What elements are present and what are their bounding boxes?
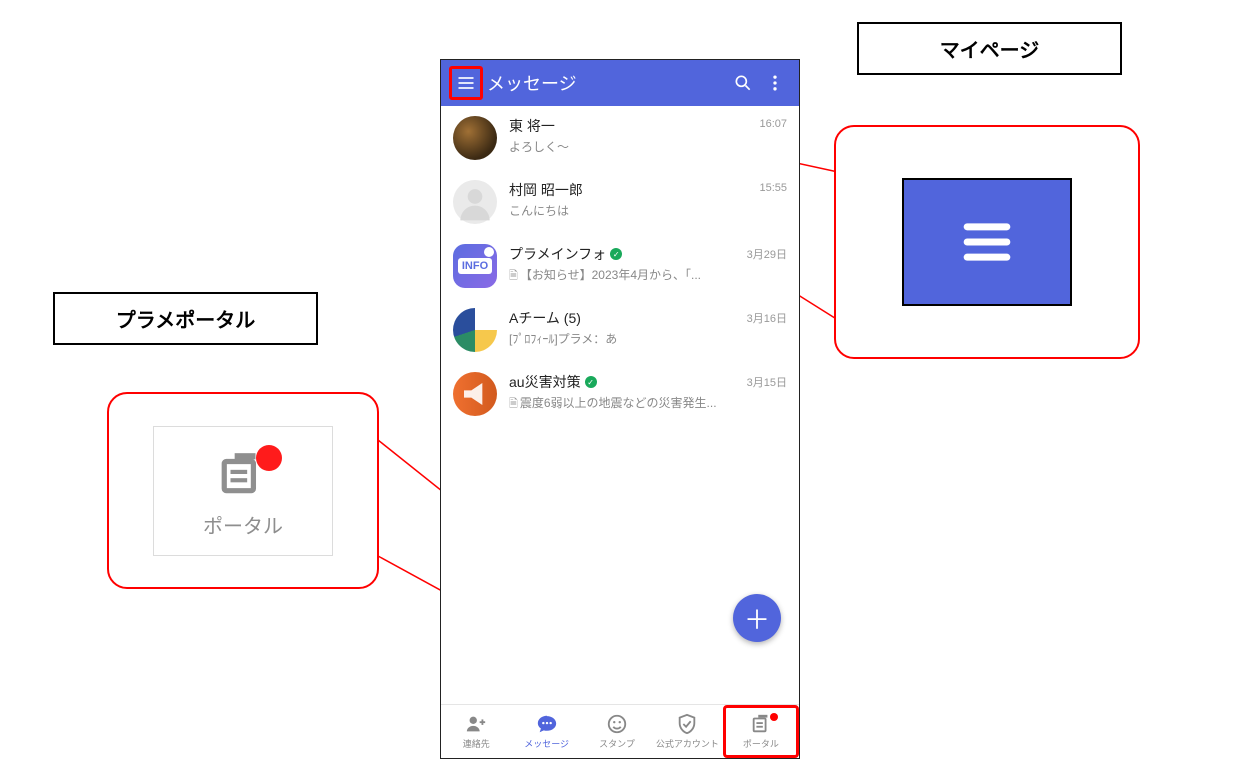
conversation-preview: 震度6弱以上の地震などの災害発生... xyxy=(520,396,717,410)
nav-label: 公式アカウント xyxy=(656,737,719,750)
conversation-row[interactable]: Aチーム (5) [ﾌﾟﾛﾌｨｰﾙ]プラメ：あ 3月16日 xyxy=(441,298,799,362)
unread-dot-icon xyxy=(484,247,494,257)
search-button[interactable] xyxy=(727,67,759,99)
contacts-icon xyxy=(465,713,487,735)
avatar xyxy=(453,308,497,352)
conversation-preview: [ﾌﾟﾛﾌｨｰﾙ]プラメ：あ xyxy=(509,330,735,347)
conversation-preview: こんにちは xyxy=(509,202,747,219)
message-icon xyxy=(536,713,558,735)
nav-contacts[interactable]: 連絡先 xyxy=(441,705,511,758)
hamburger-icon xyxy=(456,73,476,93)
conversation-name: プラメインフォ xyxy=(509,244,606,264)
message-list[interactable]: 東 将一 よろしく～ 16:07 村岡 昭一郎 こんにちは 15:55 INFO xyxy=(441,106,799,704)
nav-stamps[interactable]: スタンプ xyxy=(582,705,652,758)
doc-icon: 🗎 xyxy=(509,398,518,410)
nav-messages[interactable]: メッセージ xyxy=(511,705,581,758)
compose-fab[interactable]: ＋ xyxy=(733,594,781,642)
conversation-row[interactable]: INFO プラメインフォ 🗎【お知らせ】2023年4月から、「... 3月29日 xyxy=(441,234,799,298)
conversation-preview: 【お知らせ】2023年4月から、「... xyxy=(520,268,701,282)
conversation-row[interactable]: 東 将一 よろしく～ 16:07 xyxy=(441,106,799,170)
stamp-icon xyxy=(606,713,628,735)
callout-portal: ポータル xyxy=(107,392,379,589)
info-badge: INFO xyxy=(458,258,492,274)
person-icon xyxy=(453,180,497,224)
avatar: INFO xyxy=(453,244,497,288)
mypage-label-text: マイページ xyxy=(940,40,1040,62)
nav-label: スタンプ xyxy=(599,737,635,750)
notification-dot-icon xyxy=(770,713,778,721)
conversation-name: au災害対策 xyxy=(509,372,581,392)
megaphone-icon xyxy=(453,372,497,416)
search-icon xyxy=(733,73,753,93)
conversation-row[interactable]: au災害対策 🗎震度6弱以上の地震などの災害発生... 3月15日 xyxy=(441,362,799,426)
callout-mypage-icon xyxy=(902,178,1072,306)
callout-mypage xyxy=(834,125,1140,359)
nav-label: メッセージ xyxy=(524,737,569,750)
conversation-preview: よろしく～ xyxy=(509,138,747,155)
menu-button[interactable] xyxy=(449,66,483,100)
conversation-name: 東 将一 xyxy=(509,116,555,136)
portal-label-text: プラメポータル xyxy=(116,310,255,332)
bottom-nav: 連絡先 メッセージ スタンプ 公式アカウント ポータル xyxy=(441,704,799,758)
portal-icon-large xyxy=(214,449,272,504)
conversation-time: 3月29日 xyxy=(747,244,787,262)
avatar xyxy=(453,180,497,224)
nav-official[interactable]: 公式アカウント xyxy=(652,705,722,758)
conversation-time: 3月16日 xyxy=(747,308,787,326)
more-vert-icon xyxy=(765,73,785,93)
app-title: メッセージ xyxy=(487,70,727,96)
hamburger-icon xyxy=(959,214,1015,270)
verified-icon xyxy=(610,248,622,260)
avatar xyxy=(453,372,497,416)
conversation-time: 3月15日 xyxy=(747,372,787,390)
nav-label: ポータル xyxy=(743,737,779,750)
phone-frame: メッセージ 東 将一 よろしく～ 16:07 xyxy=(440,59,800,759)
annotation-label-portal: プラメポータル xyxy=(53,292,318,345)
nav-label: 連絡先 xyxy=(463,737,490,750)
conversation-name: 村岡 昭一郎 xyxy=(509,180,583,200)
more-button[interactable] xyxy=(759,67,791,99)
avatar xyxy=(453,116,497,160)
conversation-time: 15:55 xyxy=(759,180,787,194)
annotation-label-mypage: マイページ xyxy=(857,22,1122,75)
doc-icon: 🗎 xyxy=(509,270,518,282)
conversation-row[interactable]: 村岡 昭一郎 こんにちは 15:55 xyxy=(441,170,799,234)
plus-icon: ＋ xyxy=(744,600,770,637)
app-bar: メッセージ xyxy=(441,60,799,106)
conversation-time: 16:07 xyxy=(759,116,787,130)
official-icon xyxy=(676,713,698,735)
nav-portal[interactable]: ポータル xyxy=(723,705,799,758)
portal-icon xyxy=(750,713,772,735)
portal-icon-large-label: ポータル xyxy=(203,510,283,539)
verified-icon xyxy=(585,376,597,388)
conversation-name: Aチーム (5) xyxy=(509,308,581,328)
callout-portal-icon-box: ポータル xyxy=(153,426,333,556)
